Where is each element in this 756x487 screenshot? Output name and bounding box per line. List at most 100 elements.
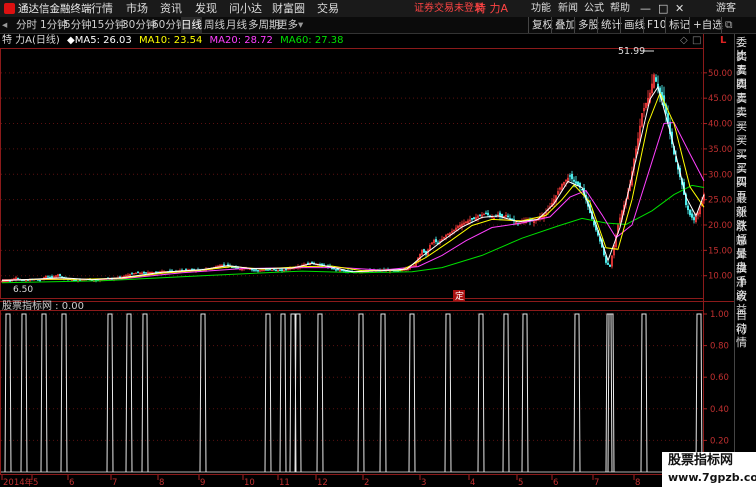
indicator-spike (316, 313, 324, 473)
indicator-ytick-label: 0.60 (710, 373, 729, 383)
candle-body (137, 271, 139, 274)
period-intraday[interactable]: 分时 (16, 17, 37, 33)
menu-ask-xiaoda[interactable]: 问小达 (229, 1, 262, 16)
menu-news[interactable]: 资讯 (160, 1, 182, 16)
scroll-left-icon[interactable]: ◂ (2, 17, 7, 33)
period-weekly[interactable]: 周线 (204, 17, 225, 33)
period-multi[interactable]: 多周期 (248, 17, 280, 33)
candle-body (51, 276, 53, 279)
candlesticks (1, 73, 705, 283)
toolbar: ◂ 分时 1分钟 5分钟 15分钟 30分钟 60分钟 日线 周线 月线 多周期… (0, 17, 756, 34)
xaxis-label: 7 (112, 478, 117, 487)
candle-body (285, 268, 287, 271)
period-15min[interactable]: 15分钟 (91, 17, 125, 33)
tool-mark[interactable]: 标记 (665, 17, 690, 33)
candle-body (185, 269, 187, 271)
indicator-spike (264, 313, 272, 473)
candle-body (487, 212, 489, 216)
low-price-label: 6.50 (13, 285, 33, 295)
indicator-ytick-label: 0.80 (710, 342, 729, 352)
indicator-spike (40, 313, 48, 473)
candle-body (265, 269, 267, 271)
menu-quotes[interactable]: 行情 (91, 1, 113, 16)
candle-body (143, 271, 145, 274)
indicator-spike (444, 313, 452, 473)
indicator-spike (357, 313, 365, 473)
period-daily[interactable]: 日线 (181, 17, 202, 33)
marker-label[interactable]: 定 (455, 290, 464, 302)
candle-body (145, 272, 147, 274)
period-monthly[interactable]: 月线 (226, 17, 247, 33)
tool-adjust[interactable]: 复权 (528, 17, 553, 33)
xaxis-label: 8 (635, 478, 640, 487)
quote-side-panel: 委比 卖五 卖四 卖三 卖二 卖一 买一 买二 买三 买四 买五 最新 涨跌 涨幅 总量 外盘 换手 净资 收益 自动… (734, 34, 756, 487)
candle-body (49, 276, 51, 279)
xaxis-label: 10 (244, 478, 255, 487)
indicator-yaxis: 1.00 0.80 0.60 0.40 0.20 (703, 310, 729, 446)
tool-draw[interactable]: 画线 (620, 17, 645, 33)
indicator-spike (521, 313, 529, 473)
candle-body (279, 269, 281, 272)
indicator-spike (573, 313, 581, 473)
xaxis-label: 8 (159, 478, 164, 487)
dropdown-arrow-icon[interactable]: ▾ (298, 17, 303, 33)
ma10-line (1, 91, 705, 281)
menu-formula[interactable]: 公式 (584, 1, 604, 16)
candle-body (73, 279, 75, 281)
candle-body (499, 212, 501, 217)
indicator-spike (60, 313, 68, 473)
candle-body (607, 262, 609, 265)
trade-login-notice[interactable]: 证券交易未登录 (414, 1, 484, 16)
candle-body (471, 218, 473, 220)
maximize-icon[interactable]: □ (658, 1, 668, 16)
tool-f10[interactable]: F10 (643, 17, 666, 33)
candle-body (47, 276, 49, 278)
xaxis-label: 11 (279, 478, 290, 487)
tool-add-watchlist[interactable]: +自选 (689, 17, 723, 33)
candle-body (223, 264, 225, 266)
app-title-text: 通达信金融终端 (18, 3, 92, 15)
candle-body (577, 181, 579, 186)
tool-stats[interactable]: 统计 (597, 17, 622, 33)
tool-multi-stock[interactable]: 多股 (574, 17, 599, 33)
user-guest[interactable]: 游客 (716, 1, 736, 16)
menu-discover[interactable]: 发现 (195, 1, 217, 16)
ma5-line (1, 85, 705, 282)
side-panel-item[interactable]: 行情 (736, 323, 756, 349)
candle-body (569, 175, 571, 177)
candle-body (275, 269, 277, 272)
indicator-header: 股票指标网 : 0.00 (2, 299, 84, 312)
app-title: 通达信金融终端 (4, 1, 92, 16)
menu-help[interactable]: 帮助 (610, 1, 630, 16)
toolbar-more-icon[interactable]: ⧉ (721, 17, 733, 33)
xaxis-label: 5 (518, 478, 523, 487)
minimize-icon[interactable]: — (640, 1, 651, 16)
menu-trade[interactable]: 交易 (317, 1, 339, 16)
candle-body (423, 249, 425, 253)
candle-body (435, 239, 437, 243)
chart-area[interactable]: 50.00 45.00 40.00 35.00 30.00 25.00 20.00 15.00… (0, 34, 734, 487)
candle-body (39, 279, 41, 282)
moving-average-lines (1, 85, 705, 284)
price-ytick-label: 10.00 (708, 272, 732, 282)
period-5min[interactable]: 5分钟 (64, 17, 92, 33)
price-ytick-label: 50.00 (708, 69, 732, 79)
price-ytick-label: 35.00 (708, 145, 732, 155)
indicator-spikes (1, 313, 703, 473)
tool-overlay[interactable]: 叠加 (551, 17, 576, 33)
menu-latest-news[interactable]: 新闻 (558, 1, 578, 16)
indicator-spike (477, 313, 485, 473)
menu-wealth-circle[interactable]: 财富圈 (272, 1, 305, 16)
candle-body (485, 212, 487, 215)
candle-body (473, 217, 475, 220)
indicator-ytick-label: 0.20 (710, 436, 729, 446)
close-icon[interactable]: ✕ (675, 1, 684, 16)
menu-functions[interactable]: 功能 (531, 1, 551, 16)
candle-body (345, 270, 347, 272)
menu-market[interactable]: 市场 (126, 1, 148, 16)
period-more[interactable]: 更多 (277, 17, 298, 33)
candle-body (267, 269, 269, 271)
price-yaxis: 50.00 45.00 40.00 35.00 30.00 25.00 20.00 15.00… (703, 69, 732, 282)
indicator-spike (502, 313, 510, 473)
candle-body (273, 269, 275, 271)
